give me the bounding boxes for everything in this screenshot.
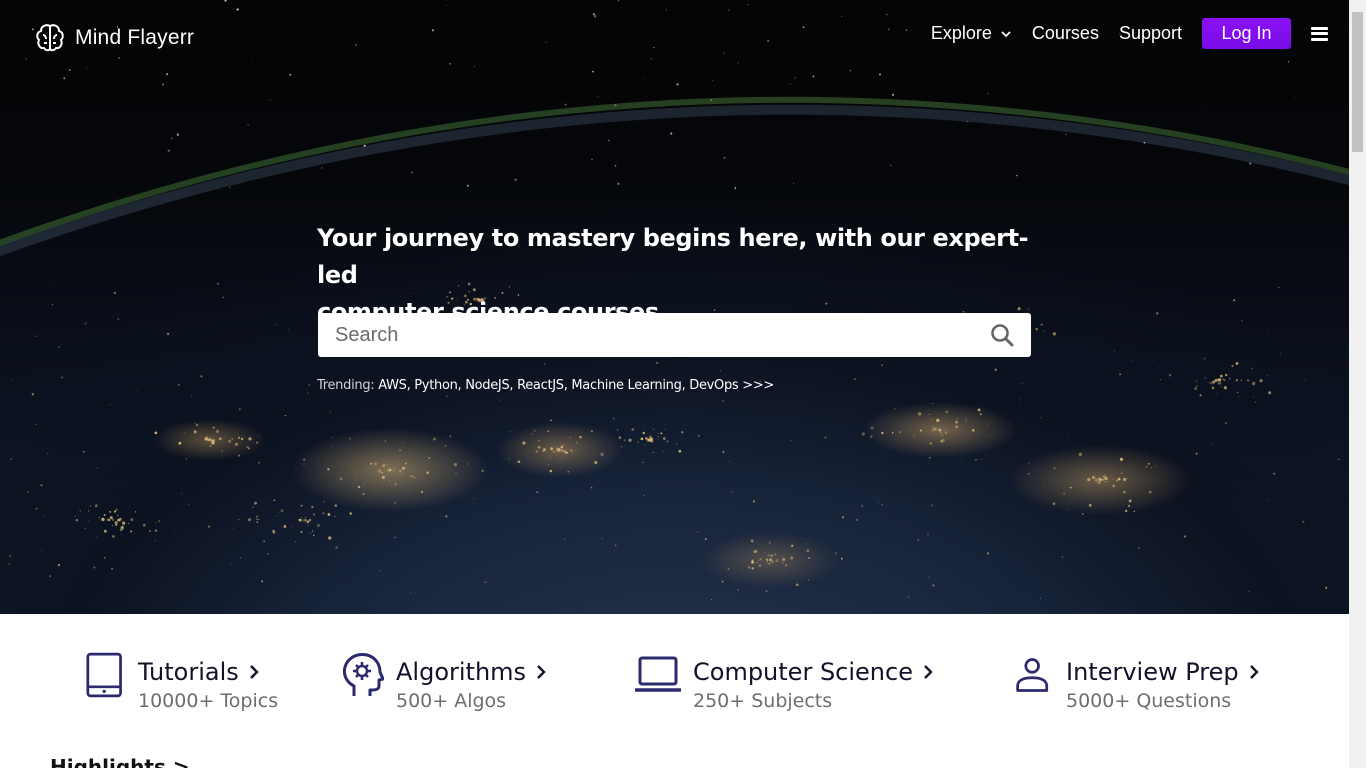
chevron-right-icon <box>537 665 546 679</box>
laptop-icon <box>635 656 681 692</box>
scrollbar-thumb[interactable] <box>1352 12 1363 152</box>
category-subtitle: 5000+ Questions <box>1066 690 1232 712</box>
category-algorithms[interactable]: Algorithms 500+ Algos <box>340 653 548 712</box>
login-button[interactable]: Log In <box>1202 18 1291 49</box>
category-computer-science[interactable]: Computer Science 250+ Subjects <box>635 656 935 712</box>
category-interview-prep[interactable]: Interview Prep 5000+ Questions <box>1014 658 1261 712</box>
top-nav: Explore Courses Support Log In <box>911 18 1328 49</box>
chevron-down-icon <box>1001 30 1011 37</box>
category-subtitle: 10000+ Topics <box>138 690 279 712</box>
trending-label: Trending: <box>317 378 375 393</box>
trending-topics: Trending: AWS, Python, NodeJS, ReactJS, … <box>317 378 774 393</box>
category-subtitle: 250+ Subjects <box>693 690 833 712</box>
brand-name: Mind Flayerr <box>75 26 195 49</box>
nav-explore[interactable]: Explore <box>931 23 1012 44</box>
trending-links[interactable]: AWS, Python, NodeJS, ReactJS, Machine Le… <box>378 378 774 393</box>
chevron-right-icon <box>249 665 259 679</box>
search-bar <box>318 313 1031 357</box>
hero-headline-line1: Your journey to mastery begins here, wit… <box>317 224 1029 289</box>
chevron-right-icon <box>1249 665 1259 679</box>
category-title: Computer Science <box>693 658 913 686</box>
nav-support[interactable]: Support <box>1119 23 1182 44</box>
category-subtitle: 500+ Algos <box>396 690 507 712</box>
search-input[interactable] <box>335 323 990 347</box>
brain-icon <box>36 24 64 52</box>
category-title: Algorithms <box>396 658 527 686</box>
nav-explore-label: Explore <box>930 23 992 43</box>
hamburger-icon[interactable] <box>1311 26 1328 41</box>
tablet-icon <box>86 652 122 698</box>
nav-courses[interactable]: Courses <box>1032 23 1099 44</box>
brand-logo[interactable]: Mind Flayerr <box>34 22 194 54</box>
user-icon <box>1016 658 1049 692</box>
search-icon[interactable] <box>990 323 1014 347</box>
category-title: Tutorials <box>138 658 239 686</box>
chevron-right-icon <box>924 665 933 679</box>
category-strip: Tutorials 10000+ Topics Algorithms 500+ … <box>0 614 1349 768</box>
page-scrollbar[interactable] <box>1349 0 1366 768</box>
category-title: Interview Prep <box>1066 658 1239 686</box>
category-tutorials[interactable]: Tutorials 10000+ Topics <box>86 652 279 712</box>
highlights-heading[interactable]: Highlights > <box>50 755 190 768</box>
head-gear-icon <box>342 653 384 696</box>
